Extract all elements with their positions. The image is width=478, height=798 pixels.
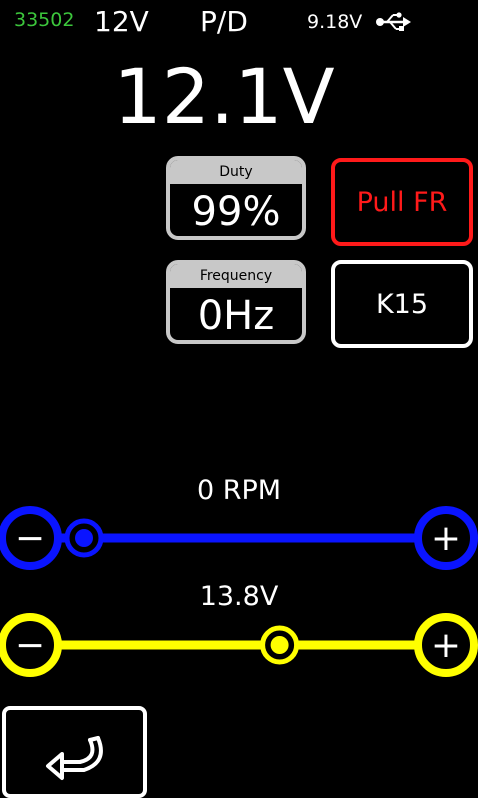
- duty-card: Duty 99%: [166, 156, 306, 240]
- plus-icon: +: [431, 518, 461, 559]
- minus-icon: −: [15, 625, 45, 666]
- voltage-slider-label: 13.8V: [199, 581, 279, 612]
- frequency-caption: Frequency: [170, 264, 302, 288]
- usb-icon: [376, 12, 411, 31]
- rpm-slider[interactable]: − +: [0, 506, 478, 570]
- usb-voltage-readout: 9.18V: [307, 11, 363, 33]
- duty-caption: Duty: [170, 160, 302, 184]
- minus-icon: −: [15, 518, 45, 559]
- main-voltage-readout: 12.1V: [113, 52, 335, 141]
- plus-icon: +: [431, 625, 461, 666]
- voltage-slider[interactable]: − +: [0, 613, 478, 677]
- back-button[interactable]: [2, 706, 147, 798]
- pull-fr-button[interactable]: Pull FR: [331, 158, 473, 246]
- rpm-slider-knob[interactable]: [64, 518, 104, 558]
- rpm-minus-button[interactable]: −: [0, 506, 62, 570]
- voltage-plus-button[interactable]: +: [414, 613, 478, 677]
- k15-button[interactable]: K15: [331, 260, 473, 348]
- counter-readout: 33502: [14, 9, 75, 31]
- duty-value: 99%: [191, 189, 281, 235]
- frequency-card: Frequency 0Hz: [166, 260, 306, 344]
- frequency-value: 0Hz: [197, 293, 275, 339]
- back-arrow-icon: [46, 736, 103, 780]
- supply-voltage-label: 12V: [94, 5, 149, 38]
- rpm-label: 0 RPM: [196, 475, 282, 506]
- voltage-slider-knob[interactable]: [260, 625, 300, 665]
- voltage-minus-button[interactable]: −: [0, 613, 62, 677]
- rpm-plus-button[interactable]: +: [414, 506, 478, 570]
- mode-label: P/D: [200, 5, 248, 38]
